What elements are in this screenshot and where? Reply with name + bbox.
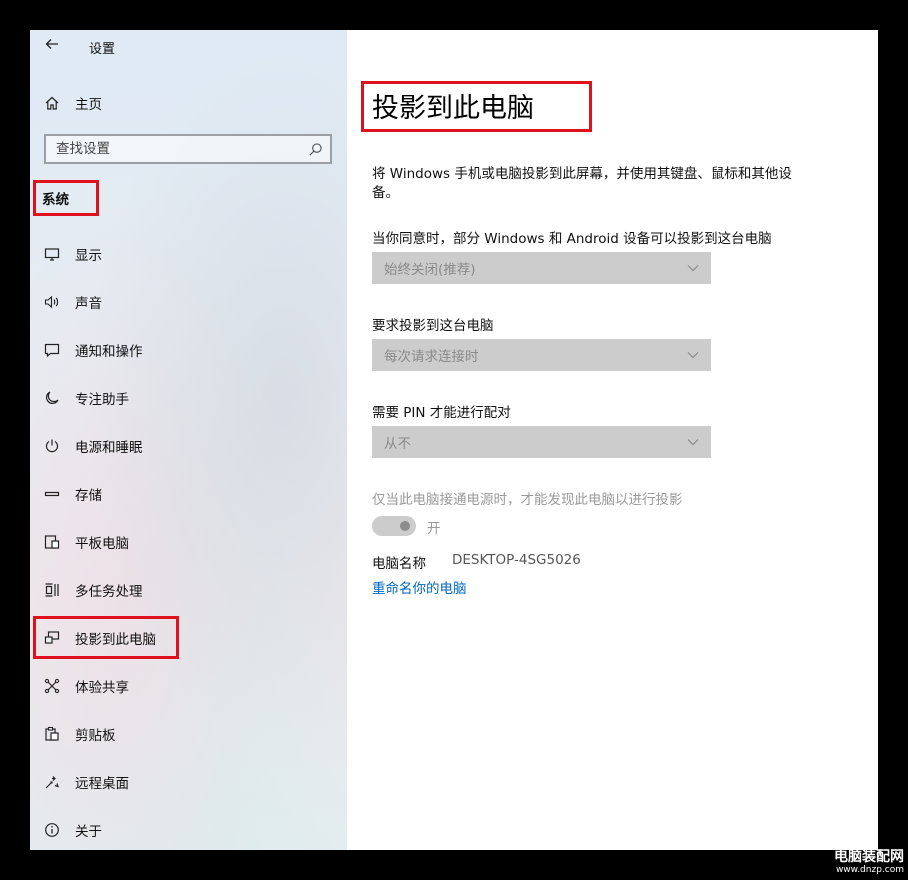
sidebar-item-label: 多任务处理 [75,584,143,600]
search-icon[interactable] [300,142,330,157]
multitask-icon [43,581,61,599]
watermark-line1: 电脑装配网 [834,849,904,865]
sidebar-item-project-to-pc[interactable]: 投影到此电脑 [30,620,347,656]
notification-icon [43,341,61,359]
setting-label-allow-projection: 当你同意时，部分 Windows 和 Android 设备可以投影到这台电脑 [372,231,772,247]
sidebar-item-notifications[interactable]: 通知和操作 [30,332,347,368]
sidebar-item-label: 显示 [75,248,102,264]
search-box [44,134,332,164]
chevron-down-icon [687,435,699,449]
power-only-label: 仅当此电脑接通电源时，才能发现此电脑以进行投影 [372,492,683,508]
toggle-knob [400,521,410,531]
chevron-down-icon [687,261,699,275]
sidebar-item-tablet[interactable]: 平板电脑 [30,524,347,560]
sidebar-item-label: 专注助手 [75,392,129,408]
dropdown-value: 始终关闭(推荐) [384,262,476,278]
pc-name-value: DESKTOP-4SG5026 [452,552,581,568]
sidebar-item-shared-experiences[interactable]: 体验共享 [30,668,347,704]
sidebar-item-label: 投影到此电脑 [75,632,156,648]
moon-icon [43,389,61,407]
tablet-icon [43,533,61,551]
ask-to-project-dropdown[interactable]: 每次请求连接时 [372,339,711,371]
chevron-down-icon [687,348,699,362]
sidebar-item-label: 主页 [75,97,102,113]
sidebar-item-focus-assist[interactable]: 专注助手 [30,380,347,416]
sidebar-item-power-sleep[interactable]: 电源和睡眠 [30,428,347,464]
sidebar-item-home[interactable]: 主页 [30,85,347,121]
rename-pc-link[interactable]: 重命名你的电脑 [372,577,467,597]
power-only-toggle-label: 开 [427,521,441,537]
pc-name-label: 电脑名称 [372,556,426,572]
require-pin-dropdown[interactable]: 从不 [372,426,711,458]
monitor-icon [43,245,61,263]
sidebar: 设置 主页 系统 显示 声音 [30,30,347,850]
speaker-icon [43,293,61,311]
sidebar-item-clipboard[interactable]: 剪贴板 [30,716,347,752]
sidebar-item-label: 平板电脑 [75,536,129,552]
sidebar-item-multitasking[interactable]: 多任务处理 [30,572,347,608]
sidebar-item-label: 远程桌面 [75,776,129,792]
setting-label-require-pin: 需要 PIN 才能进行配对 [372,405,511,421]
dropdown-value: 每次请求连接时 [384,349,479,365]
sidebar-item-remote-desktop[interactable]: 远程桌面 [30,764,347,800]
project-icon [43,629,61,647]
sidebar-item-label: 体验共享 [75,680,129,696]
dropdown-value: 从不 [384,436,411,452]
app-title: 设置 [89,42,116,57]
share-icon [43,677,61,695]
watermark-line2: www.dnzp.com [835,865,904,875]
allow-projection-dropdown[interactable]: 始终关闭(推荐) [372,252,711,284]
page-title: 投影到此电脑 [372,93,534,124]
sidebar-item-about[interactable]: 关于 [30,812,347,848]
sidebar-item-label: 剪贴板 [75,728,116,744]
section-title: 系统 [42,192,69,208]
sidebar-item-label: 声音 [75,296,102,312]
power-icon [43,437,61,455]
sidebar-item-label: 存储 [75,488,102,504]
settings-window: 设置 主页 系统 显示 声音 [30,30,878,850]
sidebar-item-label: 通知和操作 [75,344,143,360]
sidebar-item-storage[interactable]: 存储 [30,476,347,512]
setting-label-ask-to-project: 要求投影到这台电脑 [372,318,494,334]
clipboard-icon [43,725,61,743]
home-icon [43,94,61,112]
sidebar-item-display[interactable]: 显示 [30,236,347,272]
page-description: 将 Windows 手机或电脑投影到此屏幕，并使用其键盘、鼠标和其他设备。 [372,166,792,201]
sidebar-item-label: 电源和睡眠 [75,440,143,456]
info-icon [43,821,61,839]
watermark: 电脑装配网 www.dnzp.com [834,849,904,876]
sidebar-item-label: 关于 [75,824,102,840]
sidebar-item-sound[interactable]: 声音 [30,284,347,320]
remote-desktop-icon [43,773,61,791]
search-input[interactable] [46,141,300,157]
back-arrow-icon[interactable] [42,36,62,56]
power-only-toggle[interactable] [372,516,416,536]
storage-icon [43,485,61,503]
content-pane: 投影到此电脑 将 Windows 手机或电脑投影到此屏幕，并使用其键盘、鼠标和其… [347,30,878,850]
